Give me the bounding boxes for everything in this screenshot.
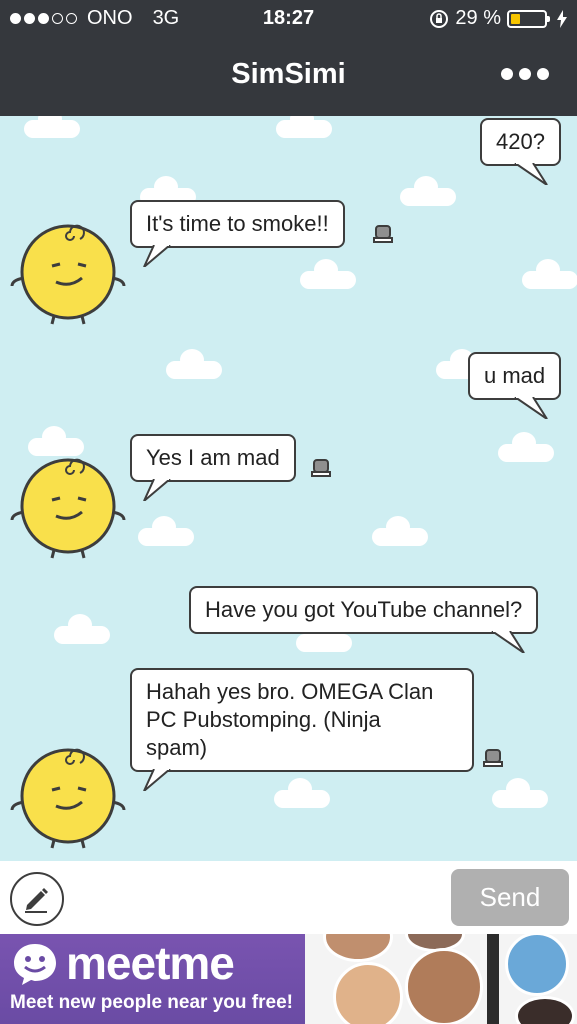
cloud-decoration [492,778,548,808]
battery-percent: 29 % [455,7,501,29]
send-button[interactable]: Send [451,869,569,926]
bubble-tail [491,631,526,653]
cloud-decoration [498,432,554,462]
chat-area[interactable]: 420? It's time to smoke!! u mad Yes I am… [0,116,577,861]
user-message-bubble[interactable]: u mad [468,352,562,419]
cloud-decoration [274,778,330,808]
message-text-line: spam) [146,735,208,760]
status-bar: ONO 3G 18:27 29 % [0,0,577,36]
cloud-decoration [138,516,194,546]
cloud-decoration [166,349,222,379]
bubble-tail [514,397,548,419]
cloud-decoration [300,259,356,289]
report-icon[interactable] [482,748,504,768]
profile-photo [515,996,575,1024]
ad-logo-text: meetme [66,937,235,989]
cloud-decoration [28,426,84,456]
message-text-line: Hahah yes bro. OMEGA Clan [146,679,434,704]
report-icon[interactable] [310,458,332,478]
message-text-line: PC Pubstomping. (Ninja [146,707,381,732]
cloud-decoration [522,259,577,289]
page-title: SimSimi [231,58,346,90]
bot-message-bubble[interactable]: Yes I am mad [130,434,296,501]
message-text: u mad [484,363,546,388]
pencil-icon [25,888,48,913]
navigation-bar: SimSimi [0,36,577,116]
bubble-tail [143,245,171,267]
ad-banner[interactable]: meetme Meet new people near you free! [0,934,577,1024]
user-message-bubble[interactable]: Have you got YouTube channel? [189,586,539,653]
cloud-decoration [400,176,456,206]
more-options-icon[interactable] [501,68,549,80]
cloud-decoration [24,116,80,138]
user-message-bubble[interactable]: 420? [480,118,561,185]
profile-photo [505,934,569,996]
profile-photo [333,962,403,1024]
bot-message-bubble[interactable]: Hahah yes bro. OMEGA Clan PC Pubstomping… [130,668,474,791]
simsimi-avatar[interactable] [8,744,128,854]
message-text: 420? [496,129,545,154]
cloud-decoration [276,116,332,138]
message-text: Yes I am mad [146,445,280,470]
message-text: It's time to smoke!! [146,211,329,236]
profile-photo [323,934,393,962]
simsimi-avatar[interactable] [8,220,128,330]
ad-photo-collage[interactable] [305,934,577,1024]
message-input-bar: Send [0,861,577,934]
status-right: 29 % [429,7,567,30]
bot-message-bubble[interactable]: It's time to smoke!! [130,200,345,267]
bubble-tail [143,479,171,501]
meetme-logo-icon [14,944,56,985]
bubble-tail [514,163,548,185]
rotation-lock-icon [430,9,449,28]
ad-tagline: Meet new people near you free! [10,992,293,1013]
photo-divider [487,934,499,1024]
ad-brand-panel[interactable]: meetme Meet new people near you free! [0,934,305,1024]
cloud-decoration [54,614,110,644]
charging-bolt-icon [557,9,567,28]
battery-icon [507,9,550,28]
bubble-tail [143,769,171,791]
message-text: Have you got YouTube channel? [205,597,523,622]
profile-photo [405,948,483,1024]
simsimi-avatar[interactable] [8,454,128,564]
report-icon[interactable] [372,224,394,244]
compose-button[interactable] [10,872,64,926]
cloud-decoration [372,516,428,546]
